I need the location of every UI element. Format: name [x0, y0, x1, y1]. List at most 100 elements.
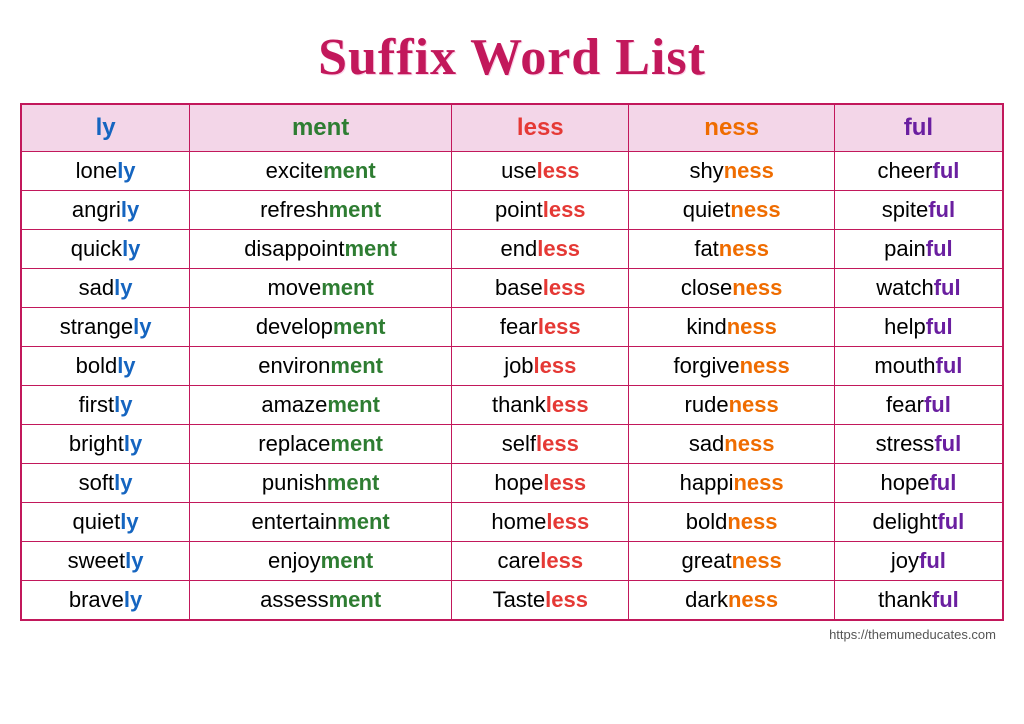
cell-ly-2: quickly: [21, 230, 190, 269]
cell-less-5: jobless: [452, 347, 629, 386]
cell-ment-0: excitement: [190, 152, 452, 191]
word-base: base: [495, 275, 543, 300]
cell-ful-10: joyful: [834, 542, 1003, 581]
cell-ly-4: strangely: [21, 308, 190, 347]
cell-ness-10: greatness: [629, 542, 835, 581]
word-base: cheer: [877, 158, 932, 183]
column-header-less: less: [452, 104, 629, 152]
word-suffix: less: [543, 470, 586, 495]
word-base: sad: [689, 431, 724, 456]
cell-ful-5: mouthful: [834, 347, 1003, 386]
cell-ly-7: brightly: [21, 425, 190, 464]
cell-ness-6: rudeness: [629, 386, 835, 425]
word-suffix: ful: [926, 236, 953, 261]
word-suffix: ment: [327, 392, 380, 417]
table-row: sadlymovementbaselessclosenesswatchful: [21, 269, 1003, 308]
word-base: close: [681, 275, 732, 300]
cell-less-2: endless: [452, 230, 629, 269]
word-suffix: ful: [936, 353, 963, 378]
cell-ment-7: replacement: [190, 425, 452, 464]
cell-ness-5: forgiveness: [629, 347, 835, 386]
table-row: firstlyamazementthanklessrudenessfearful: [21, 386, 1003, 425]
word-suffix: ly: [125, 548, 143, 573]
word-suffix: ful: [924, 392, 951, 417]
cell-ly-9: quietly: [21, 503, 190, 542]
cell-less-10: careless: [452, 542, 629, 581]
word-base: rude: [685, 392, 729, 417]
word-base: job: [504, 353, 533, 378]
word-base: quick: [71, 236, 122, 261]
cell-ment-1: refreshment: [190, 191, 452, 230]
cell-ful-8: hopeful: [834, 464, 1003, 503]
cell-ly-10: sweetly: [21, 542, 190, 581]
page-title: Suffix Word List: [10, 28, 1014, 87]
word-base: punish: [262, 470, 327, 495]
cell-ful-1: spiteful: [834, 191, 1003, 230]
cell-ment-6: amazement: [190, 386, 452, 425]
word-suffix: ness: [727, 509, 777, 534]
word-suffix: less: [545, 587, 588, 612]
word-suffix: less: [537, 158, 580, 183]
word-suffix: ly: [121, 197, 139, 222]
word-base: brave: [69, 587, 124, 612]
word-base: bold: [686, 509, 728, 534]
word-base: angri: [72, 197, 121, 222]
cell-ness-3: closeness: [629, 269, 835, 308]
cell-ment-3: movement: [190, 269, 452, 308]
word-suffix: ness: [724, 158, 774, 183]
word-suffix: ly: [114, 275, 132, 300]
word-base: mouth: [874, 353, 935, 378]
column-header-ful: ful: [834, 104, 1003, 152]
word-base: thank: [878, 587, 932, 612]
cell-ment-11: assessment: [190, 581, 452, 621]
cell-ness-0: shyness: [629, 152, 835, 191]
cell-ly-5: boldly: [21, 347, 190, 386]
cell-less-11: Tasteless: [452, 581, 629, 621]
footer-url: https://themumeducates.com: [10, 627, 1014, 642]
word-base: sweet: [68, 548, 125, 573]
cell-ly-1: angrily: [21, 191, 190, 230]
word-suffix: less: [537, 236, 580, 261]
word-base: replace: [258, 431, 330, 456]
table-row: boldlyenvironmentjoblessforgivenessmouth…: [21, 347, 1003, 386]
word-base: assess: [260, 587, 328, 612]
word-suffix: ly: [114, 392, 132, 417]
cell-ful-9: delightful: [834, 503, 1003, 542]
word-suffix: ness: [729, 392, 779, 417]
word-suffix: ly: [122, 236, 140, 261]
word-suffix: ment: [345, 236, 398, 261]
word-suffix: ness: [740, 353, 790, 378]
word-suffix: ness: [724, 431, 774, 456]
word-base: shy: [689, 158, 723, 183]
cell-ly-8: softly: [21, 464, 190, 503]
word-base: pain: [884, 236, 926, 261]
word-suffix: ful: [933, 158, 960, 183]
column-header-ness: ness: [629, 104, 835, 152]
word-suffix: ment: [329, 197, 382, 222]
table-row: sweetlyenjoymentcarelessgreatnessjoyful: [21, 542, 1003, 581]
word-base: fat: [694, 236, 718, 261]
word-base: delight: [873, 509, 938, 534]
cell-ful-0: cheerful: [834, 152, 1003, 191]
word-suffix: ness: [732, 548, 782, 573]
word-base: dark: [685, 587, 728, 612]
table-row: brightlyreplacementselflesssadnessstress…: [21, 425, 1003, 464]
cell-less-7: selfless: [452, 425, 629, 464]
word-base: bright: [69, 431, 124, 456]
word-base: watch: [876, 275, 933, 300]
cell-less-3: baseless: [452, 269, 629, 308]
cell-ment-4: development: [190, 308, 452, 347]
word-suffix: ness: [733, 470, 783, 495]
word-base: fear: [500, 314, 538, 339]
word-suffix: ment: [327, 470, 380, 495]
word-suffix: ly: [124, 587, 142, 612]
cell-ness-9: boldness: [629, 503, 835, 542]
cell-ness-8: happiness: [629, 464, 835, 503]
cell-ment-5: environment: [190, 347, 452, 386]
word-base: home: [491, 509, 546, 534]
word-suffix: ment: [321, 548, 374, 573]
word-suffix: ness: [732, 275, 782, 300]
word-suffix: ly: [120, 509, 138, 534]
word-base: care: [497, 548, 540, 573]
cell-ful-6: fearful: [834, 386, 1003, 425]
